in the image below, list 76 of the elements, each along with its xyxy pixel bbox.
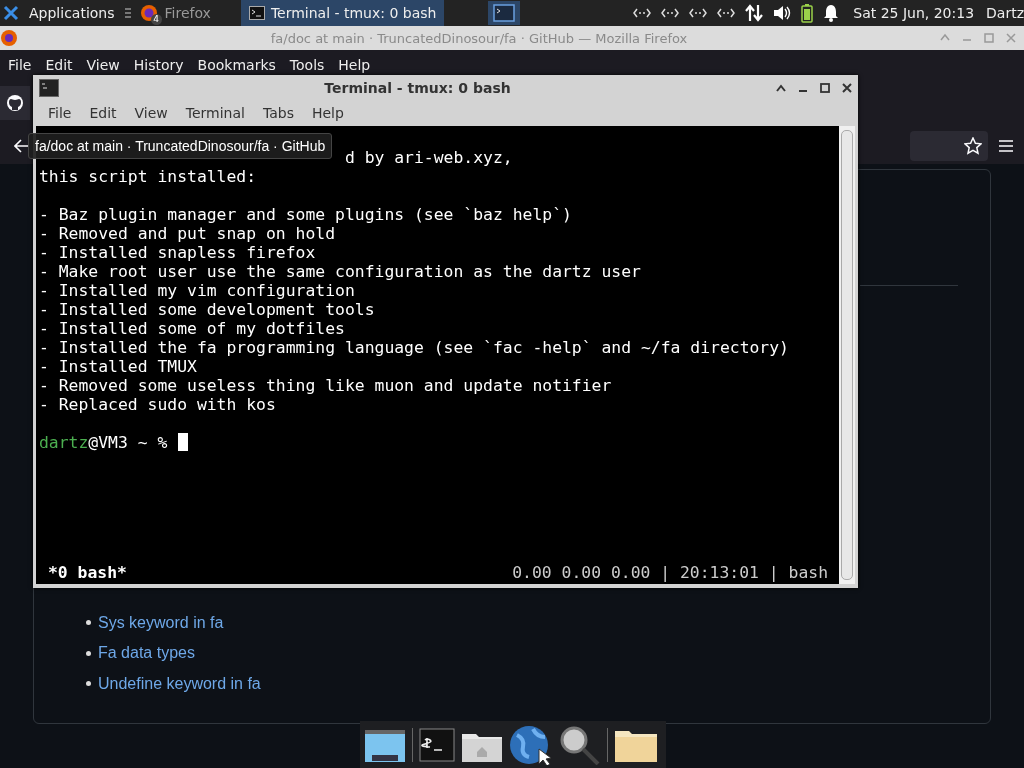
tooltip: fa/doc at main · TruncatedDinosour/fa · GitHub	[28, 133, 333, 159]
network-icon[interactable]	[689, 8, 708, 18]
doc-link[interactable]: Sys keyword in fa	[98, 613, 224, 632]
menu-item[interactable]: View	[79, 57, 127, 73]
magnifier-icon[interactable]	[559, 724, 601, 765]
maximize-icon[interactable]	[820, 82, 830, 93]
window-title: Terminal - tmux: 0 bash	[323, 79, 512, 96]
volume-icon[interactable]	[773, 5, 792, 21]
doc-link[interactable]: Undefine keyword in fa	[98, 674, 261, 693]
clock[interactable]: Sat 25 Jun, 20:13	[853, 5, 975, 21]
terminal-icon	[39, 78, 59, 97]
network-icon[interactable]	[717, 8, 736, 18]
menu-item[interactable]: Edit	[38, 57, 80, 73]
applications-menu[interactable]: Applications	[27, 0, 117, 26]
menu-item[interactable]: View	[125, 105, 177, 121]
star-icon[interactable]	[964, 137, 982, 155]
bullet-icon	[86, 620, 91, 626]
menu-item[interactable]: Edit	[80, 105, 126, 121]
menu-icon	[124, 7, 131, 19]
address-bar[interactable]	[910, 131, 988, 161]
taskbar-button[interactable]: Terminal - tmux: 0 bash	[240, 0, 445, 26]
collapse-icon[interactable]	[776, 83, 786, 92]
terminal-line: - Installed the fa programming language (see `fac -help` and ~/fa directory)	[39, 338, 789, 357]
terminal-icon	[248, 6, 265, 20]
window-title: fa/doc at main · TruncatedDinosour/fa · GitHub — Mozilla Firefox	[269, 30, 689, 46]
globe-icon[interactable]	[509, 724, 553, 765]
taskbar-button[interactable]: 4 Firefox	[130, 0, 219, 26]
network-icon[interactable]	[661, 8, 680, 18]
prompt-user: dartz	[39, 433, 89, 452]
menu-icon[interactable]	[998, 139, 1014, 153]
menu-item[interactable]: Tabs	[253, 105, 303, 121]
github-icon	[6, 94, 24, 112]
menu-item[interactable]: File	[1, 57, 39, 73]
window-icon	[493, 4, 516, 22]
tmux-status: 0.00 0.00 0.00 | 20:13:01 | bash	[512, 563, 828, 582]
scrollbar-thumb[interactable]	[841, 130, 853, 580]
bullet-icon	[86, 681, 91, 687]
menu-item[interactable]: Tools	[282, 57, 332, 73]
terminal-line: d by ari-web.xyz,	[344, 148, 513, 167]
back-arrow-icon[interactable]	[14, 139, 30, 153]
x-logo-icon	[3, 5, 19, 21]
battery-icon[interactable]	[801, 3, 814, 23]
cursor	[178, 433, 189, 451]
terminal-line: this script installed:	[39, 167, 257, 186]
menu-item[interactable]: File	[39, 105, 81, 121]
terminal-line: - Removed and put snap on hold	[39, 224, 336, 243]
terminal-icon[interactable]	[419, 727, 455, 762]
terminal-line: - Installed some of my dotfiles	[39, 319, 345, 338]
firefox-icon	[138, 3, 159, 23]
menu-item[interactable]: Terminal	[176, 105, 254, 121]
count-badge: 4	[150, 14, 162, 25]
menu-item[interactable]: Help	[331, 57, 378, 73]
workspace-switcher[interactable]	[488, 1, 521, 25]
close-icon[interactable]	[842, 82, 852, 93]
browser-tab[interactable]	[0, 86, 30, 120]
menu-item[interactable]: Bookmarks	[190, 57, 283, 73]
terminal-line: - Replaced sudo with kos	[39, 395, 276, 414]
terminal-line: - Baz plugin manager and some plugins (see `baz help`)	[39, 205, 572, 224]
desktop-icon[interactable]	[364, 727, 406, 762]
doc-link[interactable]: Fa data types	[98, 644, 195, 663]
tmux-window-label: *0 bash*	[48, 563, 127, 582]
terminal-line: - Removed some useless thing like muon and update notifier	[39, 376, 612, 395]
bullet-icon	[86, 650, 91, 656]
menu-item[interactable]: Help	[302, 105, 353, 121]
terminal-line: - Installed my vim configuration	[39, 281, 355, 300]
prompt-text: @VM3 ~ %	[88, 433, 168, 452]
terminal-line: - Installed TMUX	[39, 357, 197, 376]
terminal-line: - Installed snapless firefox	[39, 243, 316, 262]
terminal-line: - Installed some development tools	[39, 300, 375, 319]
user-name[interactable]: Dartz	[986, 5, 1024, 21]
terminal-line: - Make root user use the same configuration as the dartz user	[39, 262, 641, 281]
network-icon[interactable]	[633, 8, 652, 18]
menu-item[interactable]: History	[126, 57, 191, 73]
firefox-icon	[0, 29, 18, 47]
transfer-arrows-icon[interactable]	[745, 4, 764, 22]
bell-icon[interactable]	[823, 4, 840, 22]
